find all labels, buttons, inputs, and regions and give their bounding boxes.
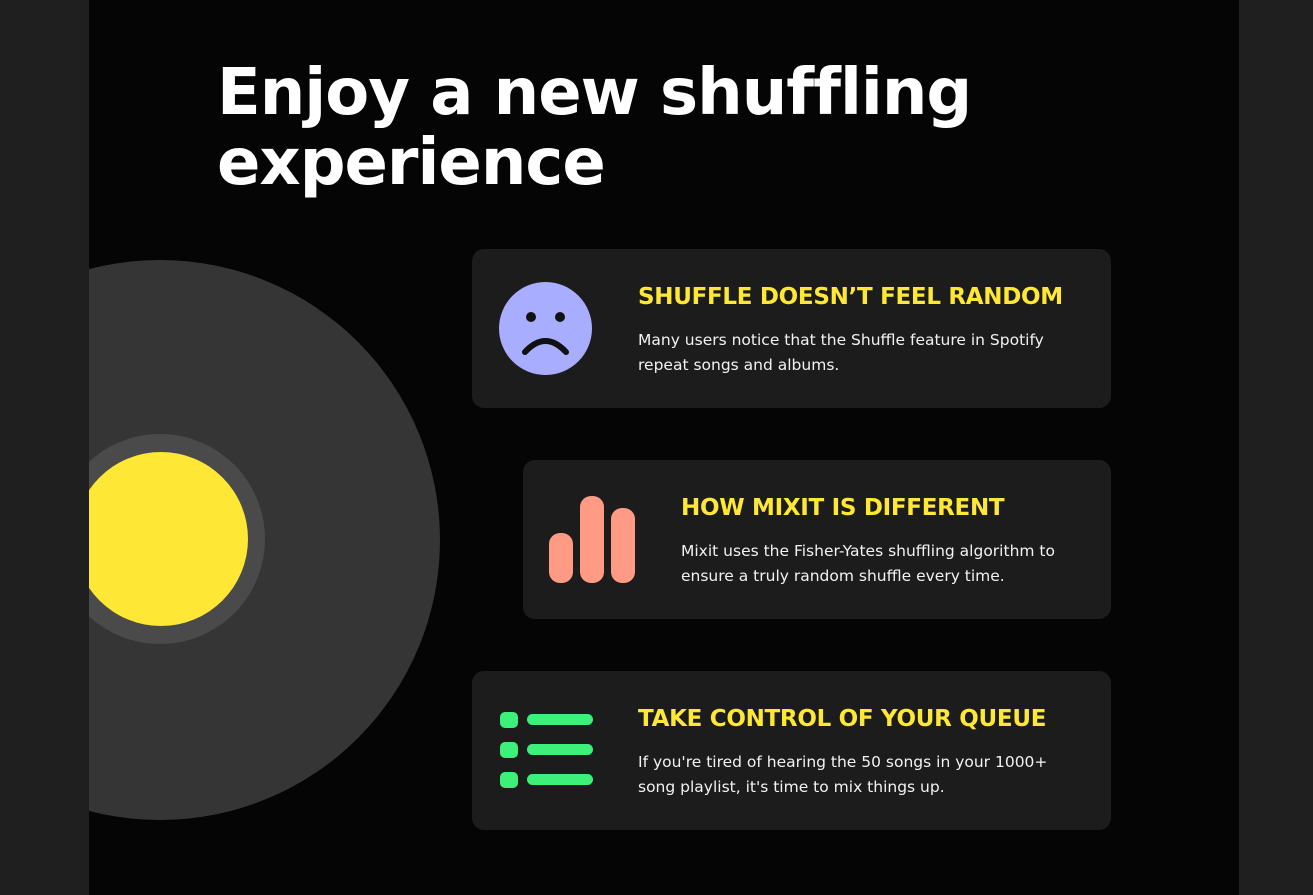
feature-card-shuffle-random: SHUFFLE DOESN’T FEEL RANDOM Many users n… bbox=[472, 249, 1111, 408]
sad-face-icon bbox=[499, 282, 592, 379]
queue-list-icon bbox=[499, 711, 595, 795]
feature-card-queue-control: TAKE CONTROL OF YOUR QUEUE If you're tir… bbox=[472, 671, 1111, 830]
card-heading: TAKE CONTROL OF YOUR QUEUE bbox=[638, 706, 1047, 732]
feature-section: Enjoy a new shuffling experience SHUFFLE… bbox=[89, 0, 1239, 895]
card-body: Mixit uses the Fisher-Yates shuffling al… bbox=[681, 542, 1055, 585]
card-body: If you're tired of hearing the 50 songs … bbox=[638, 753, 1048, 796]
card-body: Many users notice that the Shuffle featu… bbox=[638, 331, 1044, 374]
bar-chart-icon bbox=[547, 496, 637, 588]
page-title: Enjoy a new shuffling experience bbox=[217, 56, 972, 200]
card-heading: HOW MIXIT IS DIFFERENT bbox=[681, 495, 1005, 521]
feature-card-mixit-different: HOW MIXIT IS DIFFERENT Mixit uses the Fi… bbox=[523, 460, 1111, 619]
card-heading: SHUFFLE DOESN’T FEEL RANDOM bbox=[638, 284, 1063, 310]
